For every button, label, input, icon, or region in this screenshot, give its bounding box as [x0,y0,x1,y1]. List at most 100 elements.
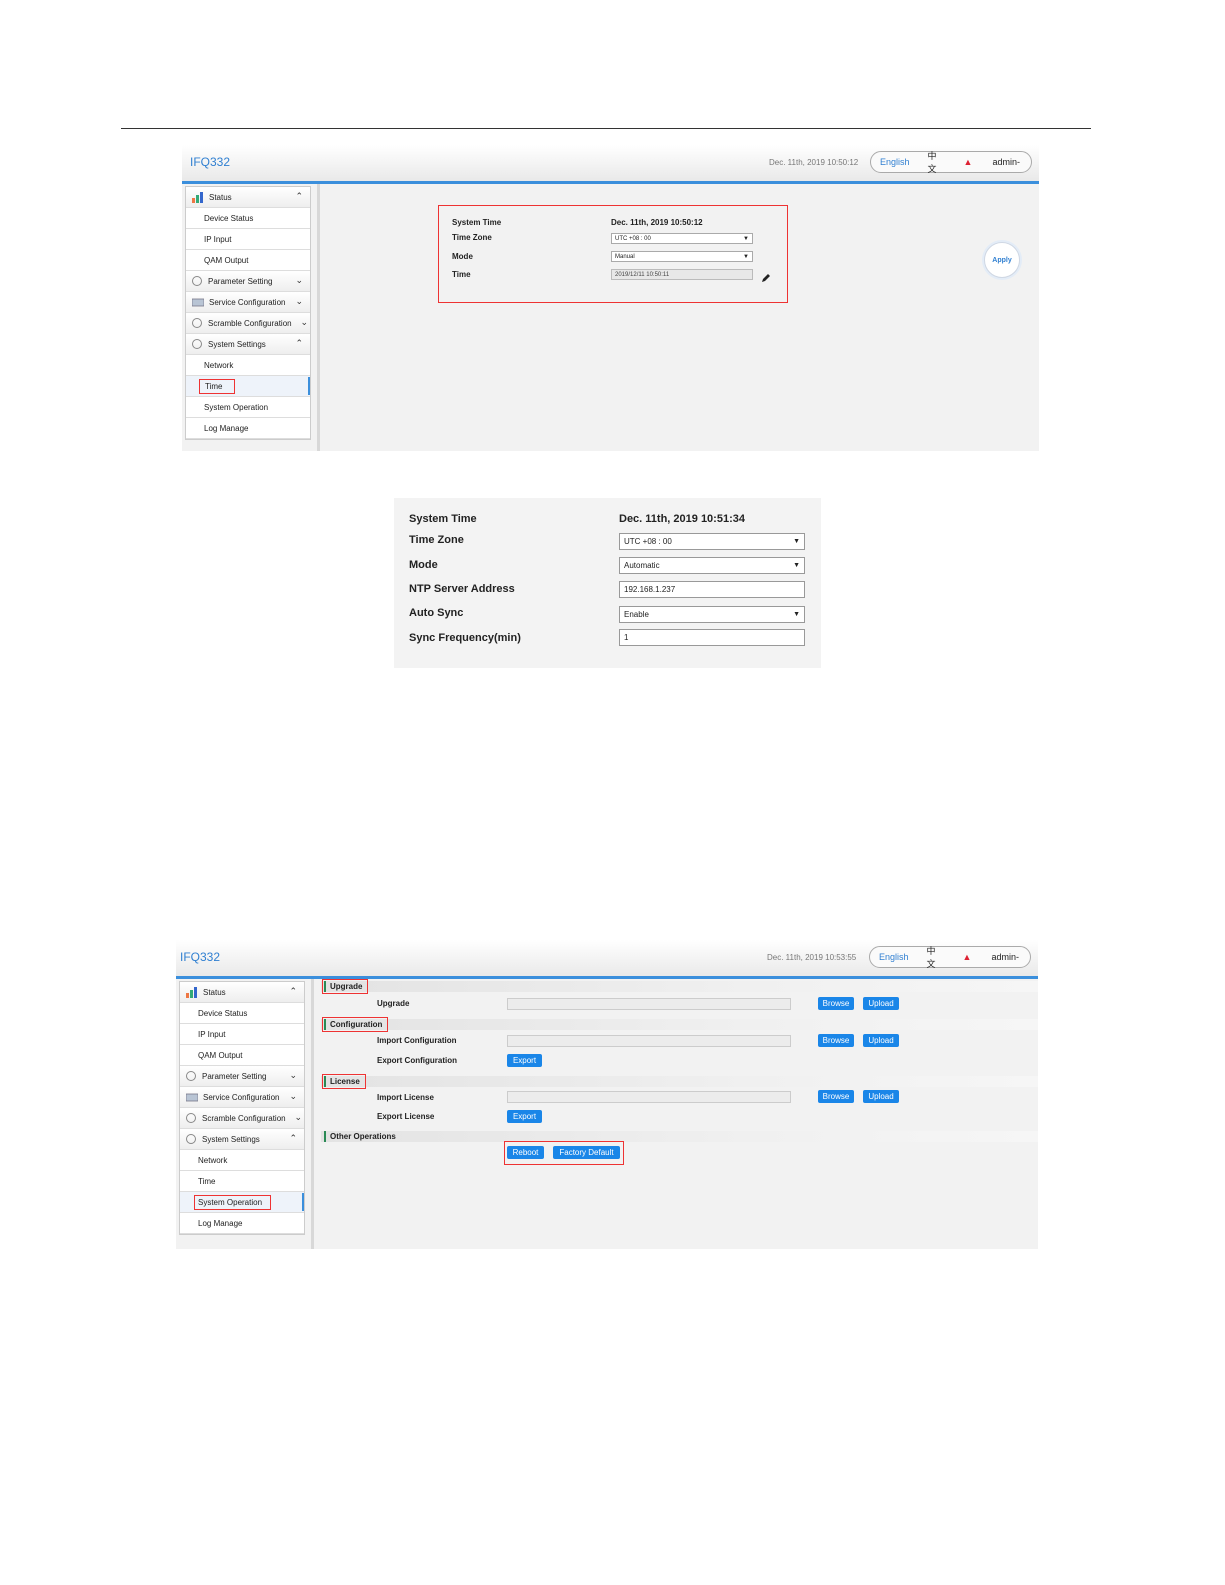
auto-sync-label: Auto Sync [409,607,464,619]
time-zone-select[interactable]: UTC +08 : 00 ▼ [619,533,805,550]
reboot-button[interactable]: Reboot [507,1146,544,1159]
chevron-down-icon: ⌄ [295,275,303,285]
sidebar-item-time[interactable]: Time [186,376,310,397]
system-operation-window: IFQ332 Dec. 11th, 2019 10:53:55 English … [176,940,1038,1249]
sidebar-item-ip-input[interactable]: IP Input [186,229,310,250]
sidebar-group-system-settings[interactable]: System Settings ⌃ [180,1129,304,1150]
sidebar-group-scramble-configuration[interactable]: Scramble Configuration ⌄ [180,1108,304,1129]
language-english-link[interactable]: English [871,157,919,167]
edit-pencil-icon[interactable] [761,270,771,288]
sidebar-group-label: Parameter Setting [202,1071,267,1081]
time-zone-select[interactable]: UTC +08 : 00 ▼ [611,233,753,244]
section-title-configuration: Configuration [321,1017,389,1032]
sidebar-item-qam-output[interactable]: QAM Output [186,250,310,271]
sidebar-group-service-configuration[interactable]: Service Configuration ⌄ [186,292,310,313]
auto-sync-select[interactable]: Enable ▼ [619,606,805,623]
chevron-up-icon: ⌃ [289,1133,297,1143]
sidebar-group-status[interactable]: Status ⌃ [186,187,310,208]
sidebar-group-service-configuration[interactable]: Service Configuration ⌄ [180,1087,304,1108]
header-datetime: Dec. 11th, 2019 10:53:55 [767,953,857,962]
bar-chart-icon [192,191,204,203]
language-english-link[interactable]: English [870,952,918,962]
monitor-icon [185,1092,199,1103]
export-configuration-button[interactable]: Export [507,1054,542,1067]
dropdown-arrow-icon: ▼ [793,538,800,545]
system-time-label: System Time [409,513,477,525]
mode-select[interactable]: Manual ▼ [611,251,753,262]
product-logo: IFQ332 [180,950,221,964]
time-zone-value: UTC +08 : 00 [624,537,672,546]
sidebar-group-system-settings[interactable]: System Settings ⌃ [186,334,310,355]
import-license-file-input[interactable] [507,1091,791,1103]
sidebar-group-parameter-setting[interactable]: Parameter Setting ⌄ [186,271,310,292]
bar-chart-icon [186,986,198,998]
sidebar-item-log-manage[interactable]: Log Manage [180,1213,304,1234]
sync-frequency-label: Sync Frequency(min) [409,632,521,644]
import-configuration-upload-button[interactable]: Upload [863,1034,899,1047]
import-license-browse-button[interactable]: Browse [818,1090,854,1103]
gear-icon [186,1113,196,1123]
sidebar-divider [317,184,320,451]
upgrade-upload-button[interactable]: Upload [863,997,899,1010]
user-menu[interactable]: ▲ admin- [945,952,1037,962]
sidebar: Status ⌃ Device Status IP Input QAM Outp… [185,186,311,440]
time-zone-value: UTC +08 : 00 [615,236,651,242]
upgrade-browse-button[interactable]: Browse [818,997,854,1010]
export-license-button[interactable]: Export [507,1110,542,1123]
user-icon: ▲ [963,157,973,167]
import-configuration-file-input[interactable] [507,1035,791,1047]
sidebar-item-device-status[interactable]: Device Status [180,1003,304,1024]
user-icon: ▲ [962,952,972,962]
dropdown-arrow-icon: ▼ [743,236,749,242]
system-time-value: Dec. 11th, 2019 10:50:12 [611,218,703,227]
auto-sync-value: Enable [624,610,649,619]
sidebar-item-time[interactable]: Time [180,1171,304,1192]
sidebar-group-status[interactable]: Status ⌃ [180,982,304,1003]
dropdown-arrow-icon: ▼ [743,254,749,260]
page-top-rule [121,128,1091,129]
sidebar-item-system-operation[interactable]: System Operation [186,397,310,418]
ntp-server-label: NTP Server Address [409,583,515,595]
mode-label: Mode [452,252,473,261]
time-settings-window: IFQ332 Dec. 11th, 2019 10:50:12 English … [182,145,1039,451]
language-chinese-link[interactable]: 中文 [919,149,946,175]
section-title-license: License [322,1074,366,1089]
sidebar-item-network[interactable]: Network [186,355,310,376]
header-user-pill: English 中文 ▲ admin- [870,149,1032,175]
sidebar-item-device-status[interactable]: Device Status [186,208,310,229]
section-other-operations: Other Operations [321,1131,1038,1142]
import-configuration-browse-button[interactable]: Browse [818,1034,854,1047]
automatic-time-panel: System Time Dec. 11th, 2019 10:51:34 Tim… [394,498,821,668]
user-name: admin- [992,157,1020,167]
product-logo: IFQ332 [190,155,231,169]
sidebar-item-network[interactable]: Network [180,1150,304,1171]
mode-select[interactable]: Automatic ▼ [619,557,805,574]
sidebar-group-parameter-setting[interactable]: Parameter Setting ⌄ [180,1066,304,1087]
sidebar-item-label: System Operation [194,1194,272,1210]
app-header: IFQ332 Dec. 11th, 2019 10:50:12 English … [182,145,1039,184]
language-chinese-link[interactable]: 中文 [918,944,945,970]
sidebar-item-qam-output[interactable]: QAM Output [180,1045,304,1066]
sidebar-group-label: Service Configuration [209,297,286,307]
header-datetime: Dec. 11th, 2019 10:50:12 [769,158,859,167]
user-menu[interactable]: ▲ admin- [946,157,1038,167]
sidebar-group-scramble-configuration[interactable]: Scramble Configuration ⌄ [186,313,310,334]
section-title-other-operations: Other Operations [324,1131,400,1142]
sync-frequency-input[interactable]: 1 [619,629,805,646]
sidebar-group-label: Scramble Configuration [202,1113,286,1123]
sidebar-item-system-operation[interactable]: System Operation [180,1192,304,1213]
sidebar-item-ip-input[interactable]: IP Input [180,1024,304,1045]
chevron-down-icon: ⌄ [289,1091,297,1101]
time-settings-box: System Time Dec. 11th, 2019 10:50:12 Tim… [438,205,788,303]
apply-button[interactable]: Apply [984,242,1020,278]
chevron-up-icon: ⌃ [295,191,303,201]
system-time-value: Dec. 11th, 2019 10:51:34 [619,513,745,525]
import-license-upload-button[interactable]: Upload [863,1090,899,1103]
factory-default-button[interactable]: Factory Default [553,1146,620,1159]
upgrade-file-input[interactable] [507,998,791,1010]
time-input[interactable]: 2019/12/11 10:50:11 [611,269,753,280]
upgrade-label: Upgrade [377,999,410,1008]
sidebar-item-log-manage[interactable]: Log Manage [186,418,310,439]
ntp-server-input[interactable]: 192.168.1.237 [619,581,805,598]
sidebar-group-label: Scramble Configuration [208,318,292,328]
